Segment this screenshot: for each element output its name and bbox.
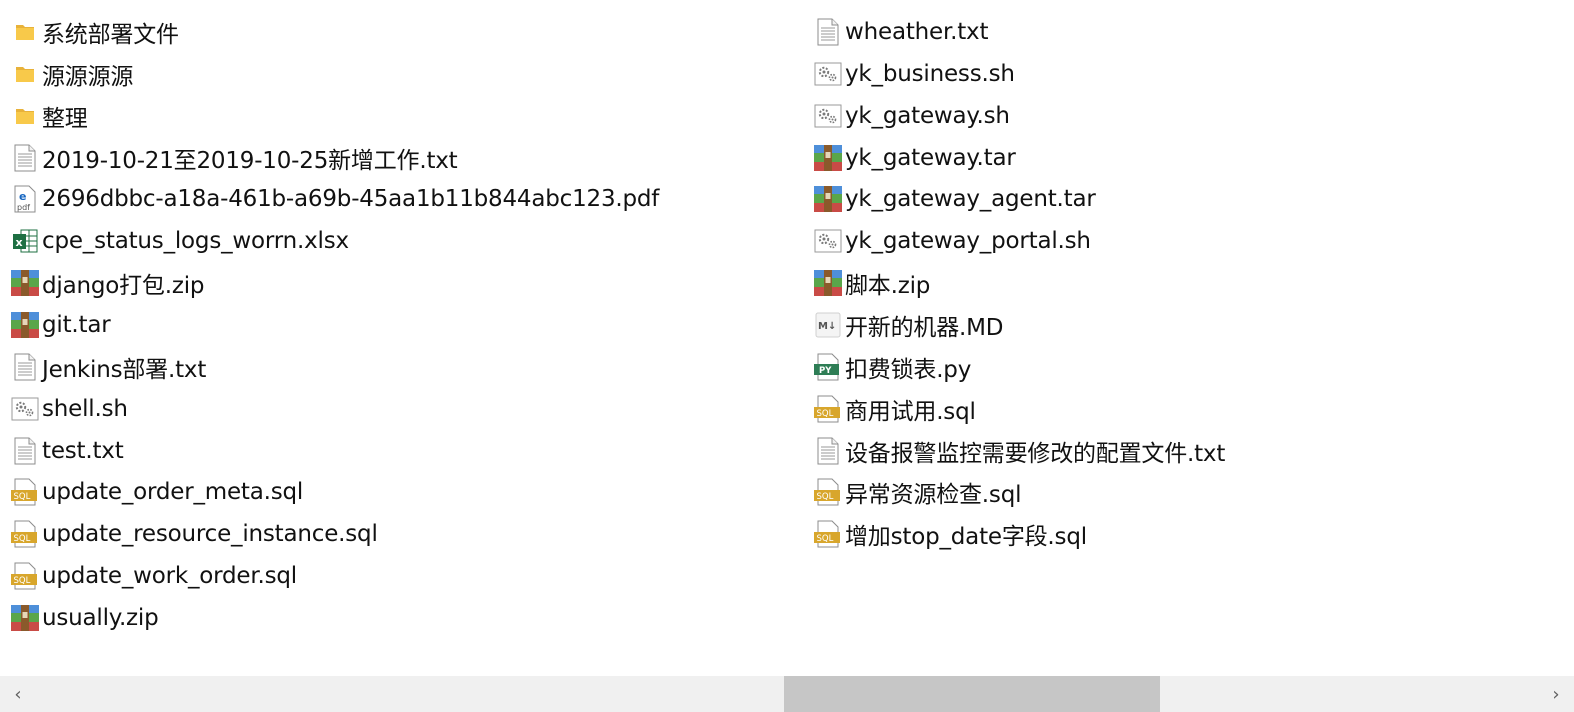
file-name: 2696dbbc-a18a-461b-a69b-45aa1b11b844abc1… xyxy=(42,186,660,213)
svg-text:SQL: SQL xyxy=(817,409,834,419)
file-name: shell.sh xyxy=(42,395,128,422)
file-name: 系统部署文件 xyxy=(42,22,179,48)
file-name: test.txt xyxy=(42,437,124,464)
script-file-icon xyxy=(811,224,845,258)
folder-icon xyxy=(8,99,42,133)
file-name: yk_business.sh xyxy=(845,60,1015,87)
file-name: update_work_order.sql xyxy=(42,563,297,590)
sql-file-icon: SQL xyxy=(811,517,845,551)
file-name: yk_gateway.tar xyxy=(845,144,1016,171)
sql-file-icon: SQL xyxy=(811,392,845,426)
file-name: 2019-10-21至2019-10-25新增工作.txt xyxy=(42,147,458,174)
scrollbar-thumb[interactable] xyxy=(784,676,1160,712)
svg-text:SQL: SQL xyxy=(14,492,31,502)
file-name: usually.zip xyxy=(42,604,159,631)
script-file-icon xyxy=(811,57,845,91)
script-file-icon xyxy=(8,392,42,426)
svg-text:SQL: SQL xyxy=(817,534,834,544)
archive-file-icon xyxy=(8,266,42,300)
file-name: 脚本.zip xyxy=(845,273,931,300)
file-name: update_resource_instance.sql xyxy=(42,521,378,548)
python-file-icon: PY xyxy=(811,350,845,384)
archive-file-icon xyxy=(8,308,42,342)
folder-icon xyxy=(8,15,42,49)
markdown-file-icon: M↓ xyxy=(811,308,845,342)
folder-icon xyxy=(8,57,42,91)
text-file-icon xyxy=(8,434,42,468)
script-file-icon xyxy=(811,99,845,133)
file-name: git.tar xyxy=(42,311,111,338)
file-name: yk_gateway_agent.tar xyxy=(845,186,1096,213)
excel-file-icon: x xyxy=(8,224,42,258)
text-file-icon xyxy=(8,350,42,384)
file-name: 开新的机器.MD xyxy=(845,314,1004,341)
svg-text:SQL: SQL xyxy=(817,492,834,502)
scroll-left-arrow-icon[interactable]: ‹ xyxy=(0,676,36,712)
file-name: wheather.txt xyxy=(845,19,989,45)
svg-text:PY: PY xyxy=(819,366,832,376)
file-name: Jenkins部署.txt xyxy=(42,356,207,383)
svg-text:SQL: SQL xyxy=(14,576,31,586)
scroll-right-arrow-icon[interactable]: › xyxy=(1538,676,1574,712)
file-name: update_order_meta.sql xyxy=(42,479,304,506)
sql-file-icon: SQL xyxy=(8,517,42,551)
archive-file-icon xyxy=(811,141,845,175)
file-name: 源源源源 xyxy=(42,63,134,90)
text-file-icon xyxy=(811,434,845,468)
pdf-file-icon: e pdf xyxy=(8,182,42,216)
file-name: 扣费锁表.py xyxy=(845,356,972,383)
sql-file-icon: SQL xyxy=(8,559,42,593)
sql-file-icon: SQL xyxy=(8,475,42,509)
svg-text:SQL: SQL xyxy=(14,534,31,544)
file-name: cpe_status_logs_worrn.xlsx xyxy=(42,228,349,255)
text-file-icon xyxy=(811,15,845,49)
file-name: django打包.zip xyxy=(42,273,205,300)
svg-text:pdf: pdf xyxy=(17,203,30,212)
archive-file-icon xyxy=(8,601,42,635)
file-name: 异常资源检查.sql xyxy=(845,482,1022,509)
file-name: 商用试用.sql xyxy=(845,398,976,425)
file-name: 增加stop_date字段.sql xyxy=(845,524,1087,551)
svg-text:e: e xyxy=(19,190,26,203)
text-file-icon xyxy=(8,141,42,175)
sql-file-icon: SQL xyxy=(811,475,845,509)
file-list: 系统部署文件 源源源源 整理 2019-10-21至2019-10-25新增工作… xyxy=(0,0,1574,676)
file-name: yk_gateway_portal.sh xyxy=(845,228,1091,255)
svg-text:M↓: M↓ xyxy=(818,321,836,332)
svg-text:x: x xyxy=(16,236,23,249)
file-name: yk_gateway.sh xyxy=(845,102,1010,129)
archive-file-icon xyxy=(811,266,845,300)
file-name: 设备报警监控需要修改的配置文件.txt xyxy=(845,440,1226,467)
file-name: 整理 xyxy=(42,105,88,132)
horizontal-scrollbar[interactable]: ‹ › xyxy=(0,676,1574,712)
archive-file-icon xyxy=(811,182,845,216)
